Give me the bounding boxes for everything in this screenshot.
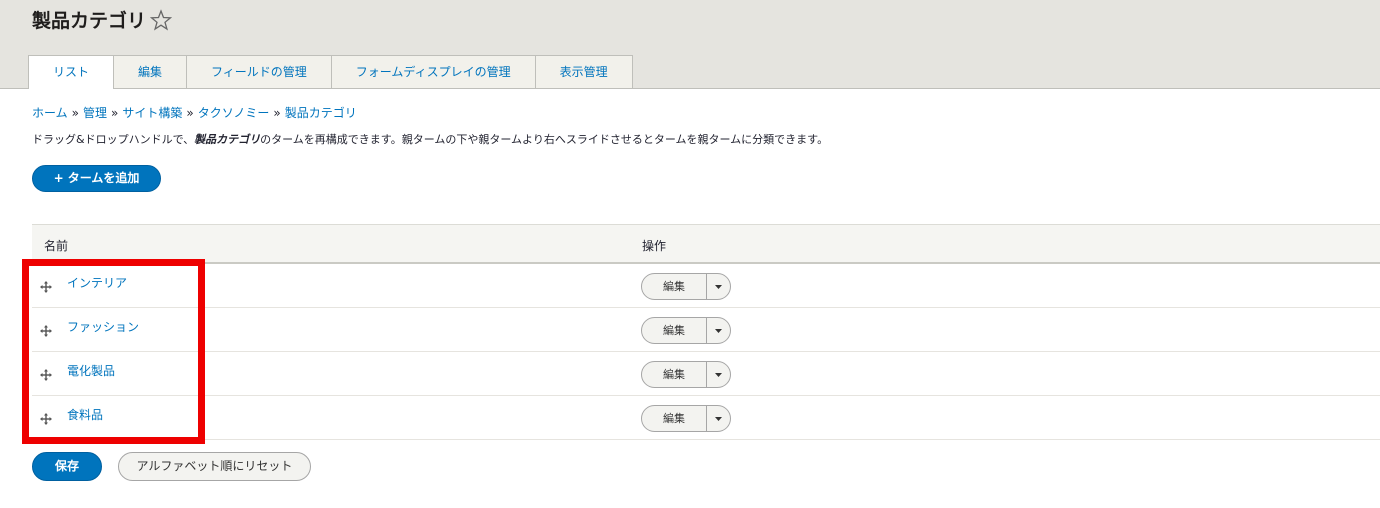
breadcrumb-home[interactable]: ホーム [32, 106, 68, 120]
help-text-vocabulary: 製品カテゴリ [194, 133, 261, 146]
table-row: ファッション 編集 [32, 308, 1380, 352]
reset-alphabetical-button[interactable]: アルファベット順にリセット [118, 452, 311, 481]
table-header: 名前 操作 [32, 224, 1380, 264]
breadcrumb-product-category[interactable]: 製品カテゴリ [285, 106, 357, 120]
star-icon[interactable] [149, 6, 173, 34]
edit-button[interactable]: 編集 [642, 274, 706, 299]
table-row: インテリア 編集 [32, 264, 1380, 308]
operations-dropbutton: 編集 [641, 361, 731, 388]
caret-down-icon[interactable] [707, 362, 731, 387]
breadcrumb-separator: » [186, 106, 194, 120]
tab-manage-fields[interactable]: フィールドの管理 [186, 55, 332, 88]
edit-button[interactable]: 編集 [642, 362, 706, 387]
drag-handle-icon[interactable] [39, 323, 53, 337]
caret-down-icon[interactable] [707, 274, 731, 299]
tab-edit[interactable]: 編集 [113, 55, 188, 88]
term-link-food[interactable]: 食料品 [67, 407, 103, 423]
primary-tabs: リスト 編集 フィールドの管理 フォームディスプレイの管理 表示管理 [28, 55, 633, 89]
tab-manage-display[interactable]: 表示管理 [534, 55, 633, 88]
help-text: ドラッグ&ドロップハンドルで、製品カテゴリのタームを再構成できます。親タームの下… [32, 132, 828, 148]
drag-handle-icon[interactable] [39, 367, 53, 381]
breadcrumb-separator: » [71, 106, 79, 120]
breadcrumb-structure[interactable]: サイト構築 [122, 106, 182, 120]
operations-dropbutton: 編集 [641, 317, 731, 344]
breadcrumb-separator: » [111, 106, 119, 120]
caret-down-icon[interactable] [707, 318, 731, 343]
caret-down-icon[interactable] [707, 406, 731, 431]
edit-button[interactable]: 編集 [642, 406, 706, 431]
page-header: 製品カテゴリ リスト 編集 フィールドの管理 フォームディスプレイの管理 表示管… [0, 0, 1380, 89]
add-term-button[interactable]: + タームを追加 [32, 165, 161, 192]
page-title: 製品カテゴリ [32, 10, 147, 32]
tab-manage-form-display[interactable]: フォームディスプレイの管理 [330, 55, 536, 88]
column-header-name: 名前 [44, 239, 69, 253]
save-button[interactable]: 保存 [32, 452, 102, 481]
operations-dropbutton: 編集 [641, 405, 731, 432]
term-link-interior[interactable]: インテリア [67, 275, 127, 291]
column-header-operations: 操作 [642, 239, 667, 253]
table-row: 食料品 編集 [32, 396, 1380, 440]
breadcrumb-taxonomy[interactable]: タクソノミー [198, 106, 270, 120]
term-link-fashion[interactable]: ファッション [67, 319, 139, 335]
term-link-electronics[interactable]: 電化製品 [67, 363, 115, 379]
terms-table: 名前 操作 インテリア 編集 ファッション 編集 電化製品 編集 食料品 編集 [32, 224, 1380, 440]
tab-list[interactable]: リスト [28, 55, 115, 89]
help-text-after: のタームを再構成できます。親タームの下や親タームより右へスライドさせるとタームを… [260, 133, 829, 146]
breadcrumb: ホーム» 管理» サイト構築» タクソノミー» 製品カテゴリ [32, 105, 357, 121]
drag-handle-icon[interactable] [39, 411, 53, 425]
breadcrumb-separator: » [273, 106, 281, 120]
drag-handle-icon[interactable] [39, 279, 53, 293]
edit-button[interactable]: 編集 [642, 318, 706, 343]
breadcrumb-admin[interactable]: 管理 [83, 106, 107, 120]
help-text-before: ドラッグ&ドロップハンドルで、 [32, 133, 195, 146]
table-row: 電化製品 編集 [32, 352, 1380, 396]
operations-dropbutton: 編集 [641, 273, 731, 300]
